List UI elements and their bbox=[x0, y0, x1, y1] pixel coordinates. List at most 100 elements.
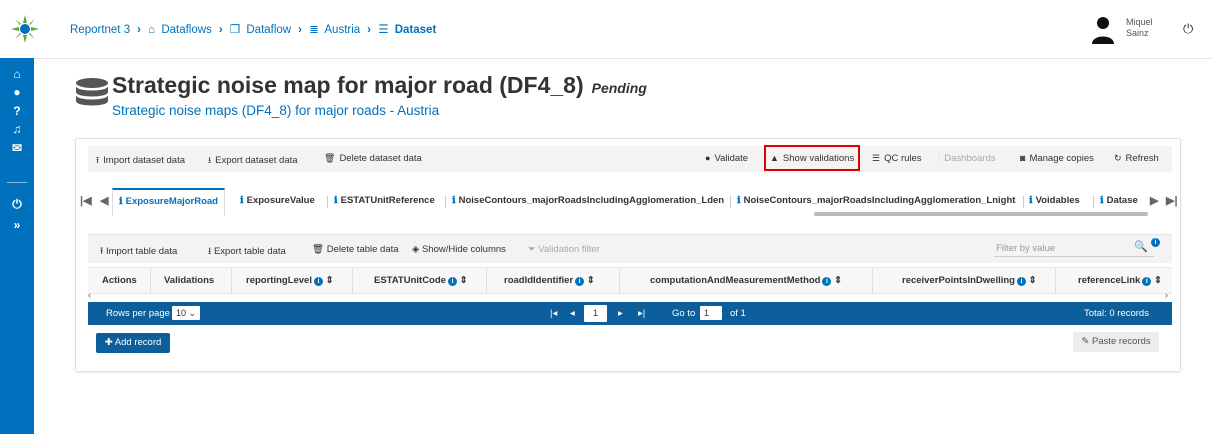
info-icon: i bbox=[575, 277, 585, 286]
export-table-button[interactable]: ⭳ Export table data bbox=[208, 244, 286, 260]
breadcrumb-austria[interactable]: Austria bbox=[324, 24, 360, 36]
reportnet-logo[interactable] bbox=[10, 14, 40, 44]
info-icon: i bbox=[314, 277, 323, 286]
home-icon[interactable]: ⌂ bbox=[0, 67, 34, 81]
info-icon: i bbox=[1142, 277, 1152, 286]
search-icon[interactable]: 🔍 bbox=[1134, 240, 1148, 253]
filter-icon: ⏷ bbox=[528, 244, 539, 255]
page-count: of 1 bbox=[730, 308, 746, 319]
sort-icon: ⇕ bbox=[586, 275, 595, 286]
help-circle-icon[interactable]: ? bbox=[0, 104, 34, 118]
column-divider bbox=[150, 268, 151, 293]
last-tab-icon[interactable]: ▶| bbox=[1166, 194, 1178, 207]
column-estat-unit-code[interactable]: ESTATUnitCode i ⇕ bbox=[374, 275, 468, 286]
import-table-button[interactable]: ⭱ Import table data bbox=[100, 244, 177, 260]
dataset-title: Strategic noise map for major road (DF4_… bbox=[112, 72, 584, 98]
tabs-scrollbar[interactable] bbox=[814, 212, 1148, 216]
info-icon: i bbox=[447, 277, 457, 286]
tab-divider bbox=[730, 196, 731, 208]
column-divider bbox=[1055, 268, 1056, 293]
add-record-button[interactable]: ✚ Add record bbox=[96, 333, 170, 353]
chevron-right-icon: › bbox=[218, 24, 223, 36]
info-icon[interactable]: i bbox=[1151, 238, 1160, 247]
export-icon: ⭳ bbox=[208, 155, 212, 165]
tab-noise-contours-lnight[interactable]: ℹ NoiseContours_majorRoadsIncludingAgglom… bbox=[737, 188, 1015, 214]
prev-page-icon[interactable]: ◂ bbox=[570, 308, 575, 319]
user-name[interactable]: Miquel Sainz bbox=[1126, 17, 1153, 39]
delete-table-button[interactable]: 🗑 Delete table data bbox=[312, 244, 399, 255]
tab-noise-contours-lden[interactable]: ℹ NoiseContours_majorRoadsIncludingAgglom… bbox=[452, 188, 724, 214]
tab-estat-unit-reference[interactable]: ℹ ESTATUnitReference bbox=[334, 188, 435, 214]
tab-exposure-value[interactable]: ℹ ExposureValue bbox=[240, 188, 315, 214]
export-dataset-button[interactable]: ⭳ Export dataset data bbox=[208, 153, 298, 169]
table-header: Actions Validations reportingLevel i ⇕ ES… bbox=[88, 267, 1172, 294]
info-icon: ℹ bbox=[1100, 195, 1104, 206]
user-last-name: Sainz bbox=[1126, 28, 1149, 38]
last-page-icon[interactable]: ▸| bbox=[638, 308, 645, 319]
user-circle-icon[interactable]: ● bbox=[0, 85, 34, 99]
dataset-toolbar: ⭱ Import dataset data ⭳ Export dataset dat… bbox=[88, 146, 1172, 172]
user-avatar[interactable] bbox=[1090, 14, 1116, 44]
paste-records-button[interactable]: ✎ Paste records bbox=[1073, 332, 1159, 352]
info-icon: ℹ bbox=[452, 195, 456, 206]
table-horizontal-scrollbar[interactable]: ‹ › bbox=[88, 290, 1172, 302]
sort-icon: ⇕ bbox=[1028, 275, 1037, 286]
refresh-button[interactable]: ↻ Refresh bbox=[1114, 153, 1159, 164]
comment-icon[interactable]: ✉ bbox=[0, 141, 34, 155]
column-computation-method[interactable]: computationAndMeasurementMethod i ⇕ bbox=[650, 275, 842, 286]
chart-bar-icon: ⫶ bbox=[938, 153, 941, 163]
delete-dataset-button[interactable]: 🗑 Delete dataset data bbox=[324, 153, 422, 164]
goto-page-input[interactable]: 1 bbox=[700, 306, 722, 320]
scroll-right-icon[interactable]: › bbox=[1165, 290, 1168, 300]
table-tabs: ℹ ExposureMajorRoad ℹ ExposureValue ℹ ESTAT… bbox=[78, 188, 1182, 216]
show-hide-columns-button[interactable]: ◈ Show/Hide columns bbox=[412, 244, 506, 255]
validate-button[interactable]: ● Validate bbox=[705, 153, 748, 164]
tab-voidables[interactable]: ℹ Voidables bbox=[1029, 188, 1080, 214]
column-receiver-points[interactable]: receiverPointsInDwelling i ⇕ bbox=[902, 275, 1037, 286]
column-road-id-identifier[interactable]: roadIdIdentifier i ⇕ bbox=[504, 275, 595, 286]
validation-filter-button[interactable]: ⏷ Validation filter bbox=[528, 244, 600, 255]
scroll-left-icon[interactable]: ‹ bbox=[88, 290, 91, 300]
refresh-icon: ↻ bbox=[1114, 153, 1122, 163]
tab-divider bbox=[327, 196, 328, 208]
column-divider bbox=[352, 268, 353, 293]
expand-icon[interactable]: » bbox=[0, 218, 34, 232]
column-divider bbox=[231, 268, 232, 293]
current-page[interactable]: 1 bbox=[584, 305, 607, 322]
sidebar-divider bbox=[7, 182, 27, 183]
logout-power-icon[interactable]: ⏻ bbox=[1183, 21, 1193, 37]
info-icon: ℹ bbox=[334, 195, 338, 206]
chevron-right-icon: › bbox=[367, 24, 372, 36]
power-icon[interactable]: ⏻ bbox=[0, 197, 34, 211]
qc-rules-button[interactable]: ☰ QC rules bbox=[872, 153, 922, 164]
breadcrumb-reportnet[interactable]: Reportnet 3 bbox=[70, 24, 130, 36]
layers-icon: ≣ bbox=[309, 24, 319, 36]
pagination-bar: Rows per page 10 ⌄ |◂ ◂ 1 ▸ ▸| Go to 1 o… bbox=[88, 302, 1172, 325]
info-icon: ℹ bbox=[737, 195, 741, 206]
breadcrumb-dataflow[interactable]: Dataflow bbox=[246, 24, 291, 36]
breadcrumb: Reportnet 3 › ⌂ Dataflows › ❐ Dataflow › ≣ … bbox=[70, 22, 439, 36]
dashboards-button[interactable]: ⫶ Dashboards bbox=[938, 153, 996, 164]
plus-icon: ✚ bbox=[104, 337, 115, 348]
column-reporting-level[interactable]: reportingLevel i ⇕ bbox=[246, 275, 334, 286]
column-divider bbox=[872, 268, 873, 293]
bell-icon[interactable]: ♫ bbox=[0, 122, 34, 136]
filter-input[interactable]: Filter by value bbox=[996, 243, 1055, 254]
camera-icon: ◙ bbox=[1020, 153, 1026, 163]
rows-per-page-select[interactable]: 10 ⌄ bbox=[172, 306, 201, 320]
left-sidebar: ⌂ ● ? ♫ ✉ ⏻ » bbox=[0, 58, 34, 434]
tab-dataset[interactable]: ℹ Datase bbox=[1100, 188, 1138, 214]
breadcrumb-dataset: Dataset bbox=[394, 24, 437, 36]
breadcrumb-dataflows[interactable]: Dataflows bbox=[161, 24, 212, 36]
next-page-icon[interactable]: ▸ bbox=[618, 308, 623, 319]
manage-copies-button[interactable]: ◙ Manage copies bbox=[1020, 153, 1094, 164]
sort-icon: ⇕ bbox=[325, 275, 334, 286]
tab-exposure-major-road[interactable]: ℹ ExposureMajorRoad bbox=[112, 188, 225, 216]
next-tab-icon[interactable]: ▶ bbox=[1150, 194, 1158, 207]
import-dataset-button[interactable]: ⭱ Import dataset data bbox=[96, 153, 185, 169]
info-icon: i bbox=[822, 277, 832, 286]
column-reference-link[interactable]: referenceLink i ⇕ bbox=[1078, 275, 1162, 286]
tab-divider bbox=[1093, 196, 1094, 208]
chevron-right-icon: › bbox=[298, 24, 302, 36]
first-page-icon[interactable]: |◂ bbox=[550, 308, 557, 319]
